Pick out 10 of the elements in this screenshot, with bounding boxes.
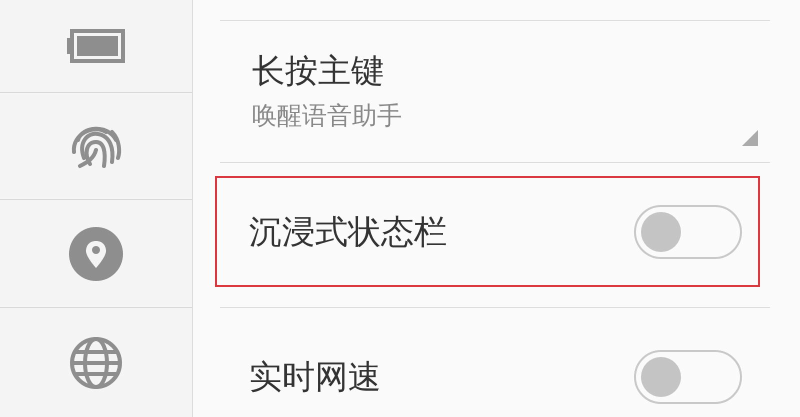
battery-icon [67, 29, 125, 63]
setting-title: 长按主键 [252, 51, 385, 91]
setting-value: 唤醒语音助手 [252, 100, 403, 132]
setting-title: 实时网速 [249, 356, 381, 396]
toggle-switch[interactable] [634, 204, 742, 258]
toggle-switch[interactable] [634, 350, 742, 404]
location-pin-icon [69, 226, 123, 280]
dropdown-corner-icon[interactable] [742, 130, 758, 146]
setting-title: 沉浸式状态栏 [249, 212, 447, 252]
globe-icon [69, 336, 123, 390]
